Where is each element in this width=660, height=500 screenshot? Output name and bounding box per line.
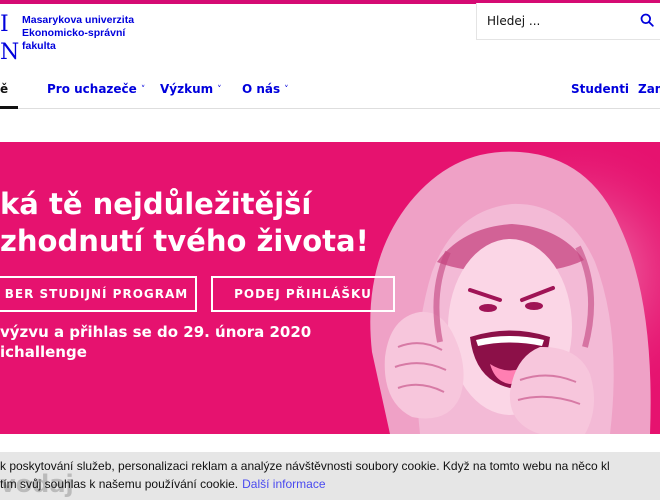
nav-item-label: O nás (242, 82, 281, 96)
nav-item-o-nas[interactable]: O nás ˅ (242, 82, 289, 96)
nav-item-vyzkum[interactable]: Výzkum ˅ (160, 82, 222, 96)
nav-item-label: Studenti (571, 82, 630, 96)
challenge-line[interactable]: ichallenge (0, 342, 311, 362)
hero-challenge-text: výzvu a přihlas se do 29. února 2020 ich… (0, 322, 311, 362)
headline-line: zhodnutí tvého života! (0, 224, 369, 258)
hero-headline: ká tě nejdůležitější zhodnutí tvého živo… (0, 186, 369, 260)
nav-item-pro-uchazece[interactable]: Pro uchazeče ˅ (47, 82, 145, 96)
cookie-text-line: k poskytování služeb, personalizaci rekl… (0, 459, 610, 473)
logo-line: Masarykova univerzita (22, 14, 135, 26)
choose-program-button[interactable]: BER STUDIJNÍ PROGRAM (0, 276, 197, 312)
cookie-text-line: tím svůj souhlas k našemu používání cook… (0, 477, 239, 491)
cookie-more-info-link[interactable]: Další informace (242, 477, 325, 491)
faculty-logo-mark[interactable]: I N (0, 10, 20, 70)
cookie-banner: k poskytování služeb, personalizaci rekl… (0, 452, 660, 500)
nav-item-active[interactable]: ě (0, 82, 8, 96)
nav-item-label: Zam (638, 82, 660, 96)
logo-line: fakulta (22, 40, 56, 52)
nav-item-zamestnanci[interactable]: Zam (638, 82, 660, 96)
nav-item-studenti[interactable]: Studenti (571, 82, 629, 96)
logo-mark-letter: N (0, 40, 20, 65)
nav-item-label: ě (0, 82, 9, 96)
logo-mark-letter: I (0, 12, 9, 37)
nav-active-indicator (0, 106, 18, 109)
hero-banner: ká tě nejdůležitější zhodnutí tvého živo… (0, 142, 660, 434)
submit-application-button[interactable]: PODEJ PŘIHLÁŠKU (211, 276, 395, 312)
chevron-down-icon: ˅ (217, 85, 222, 95)
search-icon (640, 13, 654, 27)
search-box (476, 3, 660, 40)
nav-item-label: Výzkum (160, 82, 214, 96)
search-input[interactable] (487, 11, 627, 31)
logo-line: Ekonomicko-správní (22, 27, 126, 39)
chevron-down-icon: ˅ (284, 85, 289, 95)
headline-line: ká tě nejdůležitější (0, 187, 312, 221)
faculty-logo-text[interactable]: Masarykova univerzita Ekonomicko-správní… (22, 14, 162, 53)
main-navigation: ě Pro uchazeče ˅ Výzkum ˅ O nás ˅ Studenti … (0, 72, 660, 109)
chevron-down-icon: ˅ (140, 85, 146, 95)
cookie-message: k poskytování služeb, personalizaci rekl… (0, 457, 660, 493)
challenge-line: výzvu a přihlas se do 29. února 2020 (0, 323, 312, 341)
search-button[interactable] (637, 11, 657, 31)
nav-item-label: Pro uchazeče (47, 82, 137, 96)
